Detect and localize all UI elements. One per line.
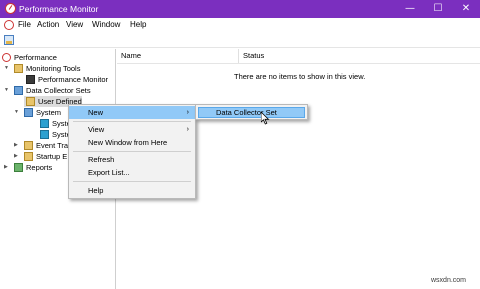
- close-button[interactable]: ✕: [452, 0, 480, 18]
- expand-arrow-icon[interactable]: ▶: [4, 165, 8, 170]
- collapse-arrow-icon[interactable]: ▼: [4, 66, 9, 71]
- folder-icon: [14, 64, 23, 73]
- data-collector-icon: [14, 86, 23, 95]
- menu-view[interactable]: View: [66, 20, 83, 29]
- toolbar: [0, 32, 480, 48]
- new-submenu: Data Collector Set: [195, 104, 308, 120]
- menu-item-export-list[interactable]: Export List...: [69, 166, 195, 179]
- monitor-chart-icon: [26, 75, 35, 84]
- folder-icon: [24, 152, 33, 161]
- window-title: Performance Monitor: [19, 4, 99, 14]
- menu-separator: [73, 121, 191, 122]
- collector-set-icon: [40, 130, 49, 139]
- watermark: wsxdn.com: [431, 277, 467, 284]
- menu-window[interactable]: Window: [92, 20, 120, 29]
- header-divider: [117, 63, 480, 64]
- folder-icon: [26, 97, 35, 106]
- collapse-arrow-icon[interactable]: ▼: [4, 88, 9, 93]
- context-menu: New › View › New Window from Here Refres…: [68, 104, 196, 199]
- expand-arrow-icon[interactable]: ▶: [14, 143, 18, 148]
- menu-action[interactable]: Action: [37, 20, 59, 29]
- menu-item-data-collector-set[interactable]: Data Collector Set: [198, 107, 305, 118]
- expand-arrow-icon[interactable]: ▶: [14, 154, 18, 159]
- column-header-name[interactable]: Name: [117, 49, 239, 63]
- menu-item-new-window[interactable]: New Window from Here: [69, 136, 195, 149]
- menu-separator: [73, 151, 191, 152]
- menu-file[interactable]: File: [18, 20, 31, 29]
- folder-icon: [24, 141, 33, 150]
- show-hide-console-tree-icon[interactable]: [4, 35, 14, 45]
- menu-item-new[interactable]: New ›: [69, 106, 195, 119]
- app-icon: [5, 3, 16, 14]
- maximize-button[interactable]: ☐: [424, 0, 452, 18]
- mouse-pointer-icon: [261, 112, 270, 125]
- menu-item-help[interactable]: Help: [69, 184, 195, 197]
- empty-list-message: There are no items to show in this view.: [234, 72, 366, 81]
- title-bar: Performance Monitor — ☐ ✕: [0, 0, 480, 18]
- submenu-arrow-icon: ›: [186, 109, 189, 116]
- submenu-arrow-icon: ›: [186, 126, 189, 133]
- performance-icon: [2, 53, 11, 62]
- reports-icon: [14, 163, 23, 172]
- data-collector-icon: [24, 108, 33, 117]
- column-header-status[interactable]: Status: [239, 49, 480, 63]
- menu-bar: File Action View Window Help: [0, 18, 480, 32]
- collector-set-icon: [40, 119, 49, 128]
- menu-help[interactable]: Help: [130, 20, 146, 29]
- system-menu-icon[interactable]: [4, 20, 14, 30]
- menu-item-view[interactable]: View ›: [69, 123, 195, 136]
- menu-separator: [73, 181, 191, 182]
- minimize-button[interactable]: —: [396, 0, 424, 18]
- menu-item-refresh[interactable]: Refresh: [69, 153, 195, 166]
- collapse-arrow-icon[interactable]: ▼: [14, 110, 19, 115]
